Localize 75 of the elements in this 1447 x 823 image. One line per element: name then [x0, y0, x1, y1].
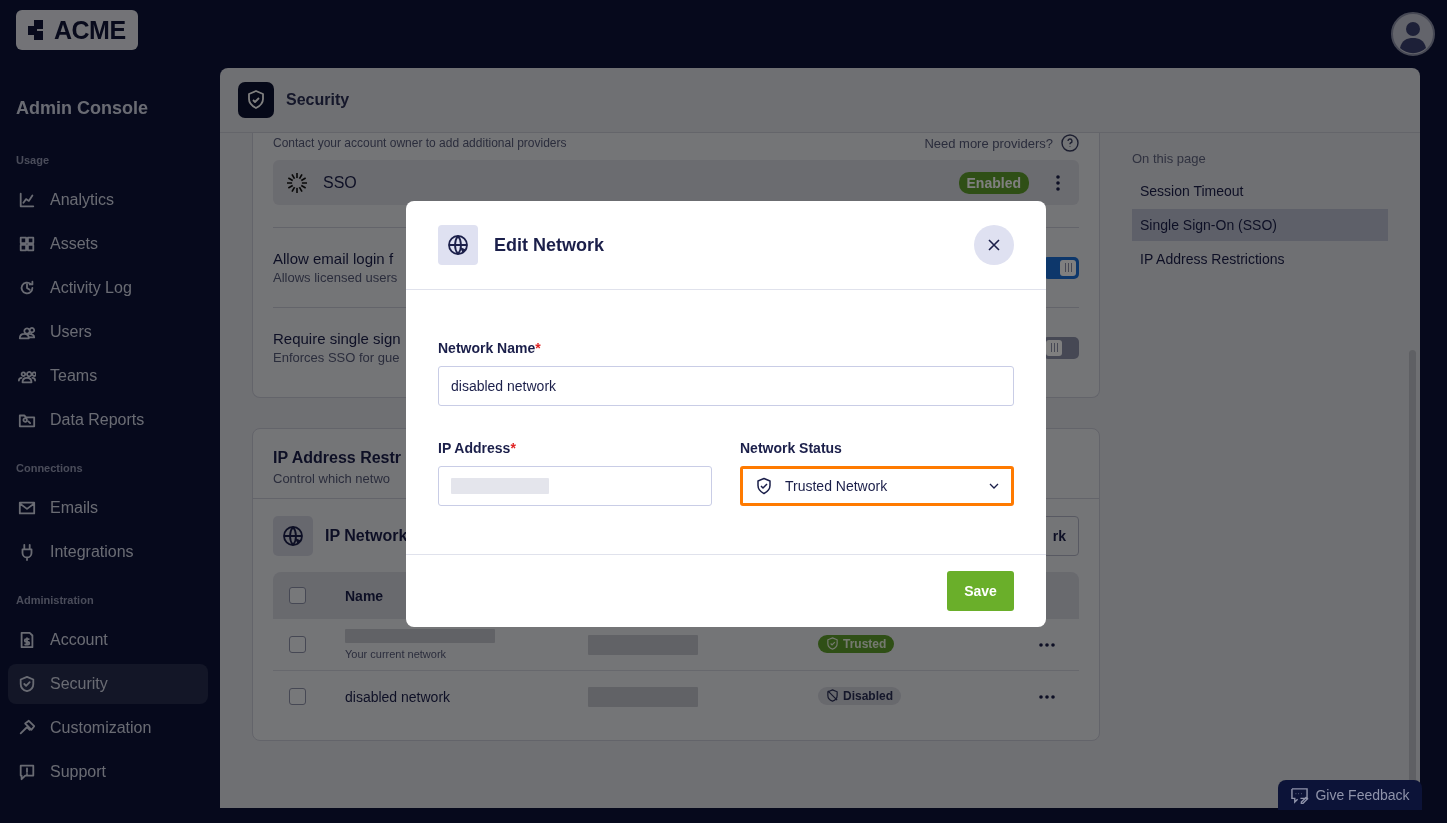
- sidebar-item[interactable]: Account: [8, 620, 208, 660]
- toc-link[interactable]: Session Timeout: [1132, 175, 1388, 207]
- sidebar-item[interactable]: Emails: [8, 488, 208, 528]
- setting-description: Allows licensed users: [273, 270, 398, 285]
- sidebar-item[interactable]: Security: [8, 664, 208, 704]
- sidebar-item[interactable]: Support: [8, 752, 208, 792]
- status-badge: Enabled: [958, 171, 1029, 194]
- field-label: Network Name*: [438, 339, 542, 358]
- card-description: Control which netwo: [273, 471, 391, 486]
- card-title: IP Address Restr: [273, 449, 402, 467]
- nav-icon: [18, 719, 36, 737]
- status-dropdown[interactable]: Trusted Network: [740, 466, 1014, 506]
- field-label: Network Status: [740, 439, 843, 458]
- nav-icon: [18, 191, 36, 209]
- sidebar-item[interactable]: Analytics: [8, 180, 208, 220]
- toc-link[interactable]: IP Address Restrictions: [1132, 243, 1388, 275]
- feedback-tab[interactable]: Give Feedback: [1278, 780, 1422, 810]
- setting-title: Require single sign: [273, 330, 401, 347]
- avatar-icon[interactable]: [1391, 12, 1435, 56]
- providers-note: Contact your account owner to add additional providers: [273, 136, 568, 150]
- console-title: Admin Console: [16, 97, 149, 120]
- acme-logo[interactable]: ACME: [16, 10, 138, 50]
- nav-icon: [18, 279, 36, 297]
- column-header: Name: [345, 587, 385, 604]
- shield-slash-icon: [826, 689, 839, 703]
- logo-text: ACME: [54, 15, 126, 45]
- section-heading: Usage: [16, 153, 51, 168]
- sidebar-item[interactable]: Assets: [8, 224, 208, 264]
- sidebar-item[interactable]: Data Reports: [8, 400, 208, 440]
- nav-icon: [18, 235, 36, 253]
- nav-icon: [18, 631, 36, 649]
- dialog-title: Edit Network: [494, 234, 605, 256]
- more-icon[interactable]: [1039, 694, 1055, 699]
- table-cell-note: Your current network: [345, 648, 448, 660]
- globe-icon: [438, 225, 478, 265]
- checkbox[interactable]: [289, 636, 306, 653]
- globe-icon: [273, 516, 313, 556]
- checkbox[interactable]: [289, 688, 306, 705]
- toc-heading: On this page: [1132, 151, 1207, 168]
- section-heading: Connections: [16, 461, 84, 476]
- sunburst-icon: [285, 170, 309, 195]
- table-cell-text: disabled network: [345, 688, 452, 705]
- page-title: Security: [286, 91, 350, 109]
- chevron-down-icon: [989, 483, 999, 489]
- input-field[interactable]: [438, 466, 712, 506]
- shield-icon: [238, 82, 274, 118]
- checkbox[interactable]: [289, 587, 306, 604]
- toc-link[interactable]: Single Sign-On (SSO): [1132, 209, 1388, 241]
- more-icon[interactable]: [1039, 642, 1055, 647]
- status-badge: Trusted: [818, 634, 895, 653]
- save-button[interactable]: Save: [947, 571, 1014, 611]
- provider-name: SSO: [323, 173, 358, 192]
- help-icon[interactable]: [1061, 134, 1079, 152]
- nav-icon: [18, 763, 36, 781]
- close-icon: [988, 239, 1000, 251]
- status-badge: Disabled: [818, 686, 901, 705]
- sidebar-item[interactable]: Users: [8, 312, 208, 352]
- setting-description: Enforces SSO for gue: [273, 350, 400, 365]
- input-field[interactable]: disabled network: [438, 366, 1014, 406]
- section-title: IP Network: [325, 527, 409, 545]
- help-link[interactable]: Need more providers?: [924, 135, 1053, 151]
- sidebar-item[interactable]: Teams: [8, 356, 208, 396]
- sidebar-item[interactable]: Customization: [8, 708, 208, 748]
- close-button[interactable]: [974, 225, 1014, 265]
- shield-check-icon: [826, 637, 839, 651]
- kebab-icon[interactable]: [1055, 173, 1061, 192]
- sidebar-item[interactable]: Integrations: [8, 532, 208, 572]
- section-heading: Administration: [16, 593, 95, 608]
- nav-icon: [18, 499, 36, 517]
- shield-check-icon: [755, 477, 773, 495]
- setting-title: Allow email login f: [273, 250, 394, 267]
- field-label: IP Address*: [438, 439, 517, 458]
- nav-icon: [18, 675, 36, 693]
- sidebar-item[interactable]: Activity Log: [8, 268, 208, 308]
- feedback-icon: [1290, 786, 1310, 804]
